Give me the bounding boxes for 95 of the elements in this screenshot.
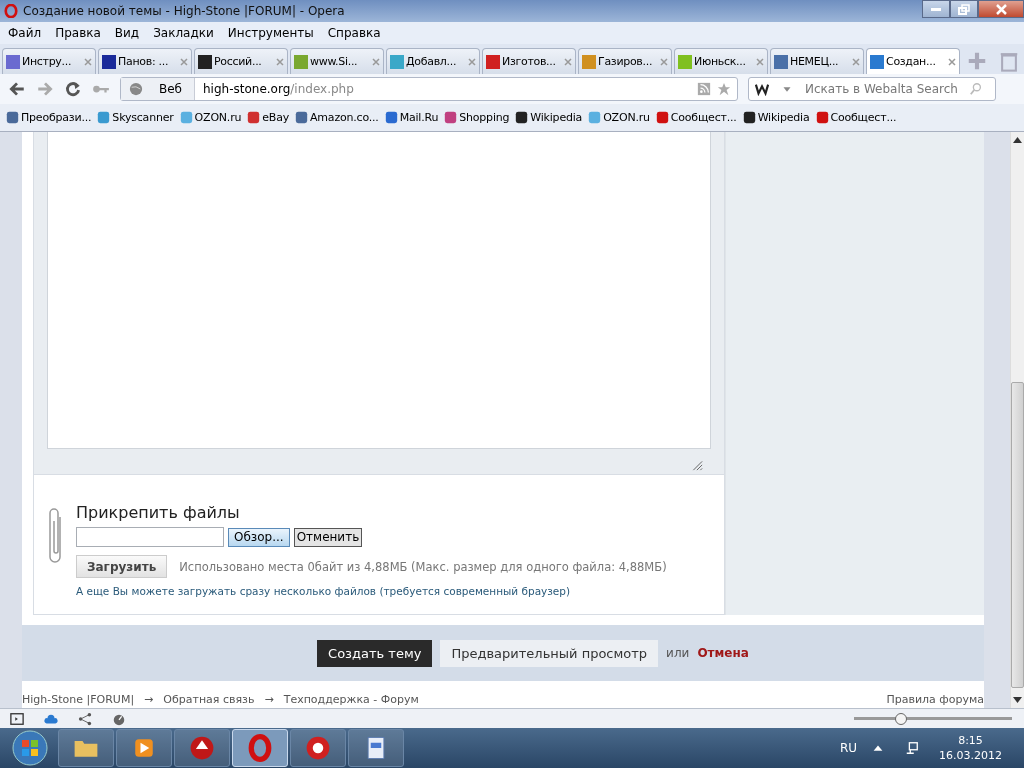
- browser-tab[interactable]: Газиров...: [578, 48, 672, 74]
- close-button[interactable]: [978, 0, 1024, 18]
- menu-item[interactable]: Инструменты: [227, 26, 314, 40]
- share-icon[interactable]: [78, 711, 92, 726]
- rss-icon[interactable]: [697, 82, 711, 96]
- search-box[interactable]: Искать в Webalta Search: [748, 77, 996, 101]
- opera-logo-icon: [246, 734, 274, 762]
- tab-close-icon[interactable]: [756, 57, 764, 66]
- forum-rules-link[interactable]: Правила форума: [886, 693, 984, 706]
- browser-tab[interactable]: Инстру...: [2, 48, 96, 74]
- language-indicator[interactable]: RU: [839, 741, 857, 755]
- tab-close-icon[interactable]: [948, 57, 956, 66]
- w-logo-icon: [755, 82, 769, 96]
- bookmark[interactable]: Преобрази...: [6, 111, 92, 124]
- browse-button[interactable]: Обзор...: [228, 527, 290, 547]
- taskbar-button[interactable]: [174, 729, 230, 767]
- browser-tab[interactable]: Создан...: [866, 48, 960, 74]
- zoom-slider-thumb[interactable]: [894, 712, 907, 725]
- bookmark[interactable]: OZON.ru: [179, 111, 242, 124]
- menu-item[interactable]: Вид: [114, 26, 140, 40]
- bookmark[interactable]: OZON.ru: [588, 111, 650, 124]
- bookmark[interactable]: Amazon.co...: [295, 111, 379, 124]
- upload-button[interactable]: Загрузить: [76, 555, 168, 578]
- tab-close-icon[interactable]: [852, 57, 860, 66]
- tab-close-icon[interactable]: [660, 57, 668, 66]
- or-text: или: [666, 646, 690, 660]
- bookmark[interactable]: Skyscanner: [97, 111, 174, 124]
- star-icon[interactable]: [717, 82, 731, 96]
- tab-close-icon[interactable]: [468, 57, 476, 66]
- breadcrumb-separator: →: [264, 693, 274, 706]
- create-topic-button[interactable]: Создать тему: [317, 639, 433, 667]
- menu-item[interactable]: Правка: [55, 26, 101, 40]
- bookmark[interactable]: eBay: [247, 111, 290, 124]
- menu-item[interactable]: Закладки: [153, 26, 214, 40]
- scroll-down-icon[interactable]: [1013, 697, 1022, 703]
- back-arrow-icon[interactable]: [8, 80, 26, 98]
- bookmark[interactable]: Wikipedia: [742, 111, 810, 124]
- forward-arrow-icon[interactable]: [36, 80, 54, 98]
- globe-icon: [129, 82, 143, 96]
- taskbar-button[interactable]: [116, 729, 172, 767]
- opera-logo-icon: [4, 4, 18, 18]
- usage-text: Использовано места 0байт из 4,88МБ (Макс. размер для одного файла: 4,88МБ): [179, 559, 667, 574]
- taskbar-button[interactable]: [348, 729, 404, 767]
- window-title: Создание новой темы - High-Stone |FORUM| - Opera: [23, 4, 345, 18]
- cancel-button[interactable]: Отменить: [293, 527, 363, 547]
- tab-close-icon[interactable]: [180, 57, 188, 66]
- preview-button[interactable]: Предварительный просмотр: [440, 639, 659, 667]
- cancel-link[interactable]: Отмена: [697, 646, 749, 660]
- poker-chip-icon: [304, 734, 332, 762]
- menu-item[interactable]: Справка: [327, 26, 381, 40]
- breadcrumb-separator: →: [144, 693, 154, 706]
- maximize-button[interactable]: [950, 0, 978, 18]
- search-icon[interactable]: [969, 82, 983, 96]
- tab-close-icon[interactable]: [372, 57, 380, 66]
- browser-tab[interactable]: НЕМЕЦ...: [770, 48, 864, 74]
- bookmark[interactable]: Сообщест...: [655, 111, 737, 124]
- taskbar-button[interactable]: [290, 729, 346, 767]
- browser-tab[interactable]: Добавл...: [386, 48, 480, 74]
- breadcrumb-link[interactable]: Техподдержка - Форум: [283, 693, 419, 706]
- multi-upload-link[interactable]: А еще Вы можете загружать сразу несколько файлов (требуется современный браузер): [76, 585, 667, 597]
- network-icon[interactable]: [905, 741, 919, 755]
- plus-icon[interactable]: [966, 50, 988, 72]
- url-text: high-stone.org/index.php: [202, 82, 355, 96]
- browser-tab[interactable]: www.Si...: [290, 48, 384, 74]
- minimize-icon: [931, 7, 941, 11]
- panel-toggle-icon[interactable]: [10, 711, 24, 726]
- browser-tab[interactable]: Россий...: [194, 48, 288, 74]
- reload-icon[interactable]: [64, 80, 82, 98]
- taskbar-button[interactable]: [58, 729, 114, 767]
- tab-close-icon[interactable]: [84, 57, 92, 66]
- section-title: Прикрепить файлы: [76, 503, 241, 523]
- browser-tab[interactable]: Панов: ...: [98, 48, 192, 74]
- bookmark[interactable]: Wikipedia: [515, 111, 583, 124]
- close-icon: [995, 3, 1007, 15]
- menu-item[interactable]: Файл: [8, 26, 42, 40]
- browser-tab[interactable]: Изготов...: [482, 48, 576, 74]
- minimize-button[interactable]: [922, 0, 950, 18]
- bookmark[interactable]: Mail.Ru: [384, 111, 439, 124]
- breadcrumb-link[interactable]: High-Stone |FORUM|: [22, 693, 135, 706]
- scroll-up-icon[interactable]: [1013, 137, 1022, 143]
- file-path-field[interactable]: [76, 527, 224, 547]
- clock-date: 16.03.2012: [939, 748, 1002, 763]
- bookmark[interactable]: Shopping: [444, 111, 510, 124]
- tab-close-icon[interactable]: [564, 57, 572, 66]
- clock-time: 8:15: [958, 733, 983, 748]
- scrollbar[interactable]: [1010, 132, 1024, 708]
- breadcrumb-link[interactable]: Обратная связь: [163, 693, 255, 706]
- restore-icon: [958, 3, 970, 15]
- address-field[interactable]: Веб high-stone.org/index.php: [120, 77, 738, 101]
- trash-icon[interactable]: [998, 50, 1020, 72]
- browser-tab[interactable]: Июньск...: [674, 48, 768, 74]
- mode-label: Веб: [159, 82, 182, 96]
- scroll-thumb[interactable]: [1011, 382, 1024, 688]
- tab-close-icon[interactable]: [276, 57, 284, 66]
- bookmark[interactable]: Сообщест...: [815, 111, 897, 124]
